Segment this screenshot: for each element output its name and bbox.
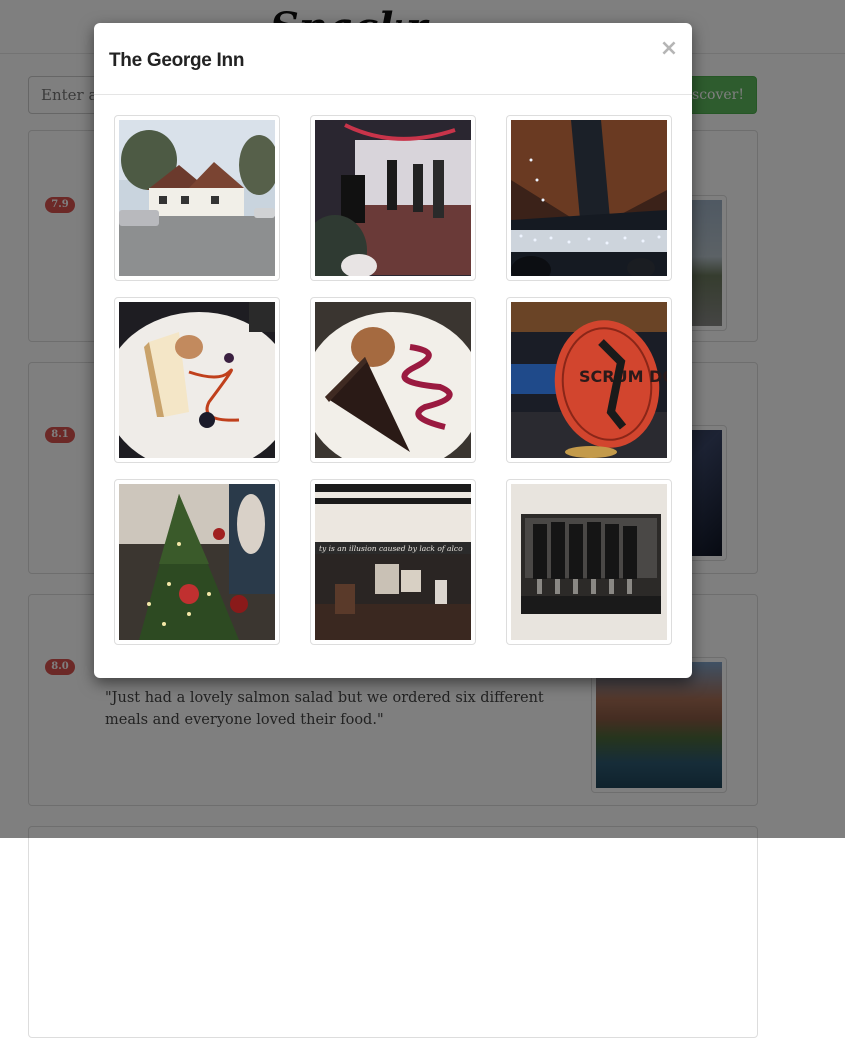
bar-interior-photo: ty is an illusion caused by lack of alco <box>315 484 471 640</box>
gallery-photo[interactable]: ty is an illusion caused by lack of alco <box>310 479 476 645</box>
gallery-photo[interactable] <box>506 115 672 281</box>
gallery-photo[interactable] <box>114 297 280 463</box>
christmas-tree-photo <box>119 484 275 640</box>
cheesecake-dessert-photo <box>119 302 275 458</box>
gallery-photo[interactable] <box>114 479 280 645</box>
gallery-photo[interactable]: SCRUM DOWN <box>506 297 672 463</box>
modal-header: The George Inn × <box>94 23 692 95</box>
gallery-photo[interactable] <box>114 115 280 281</box>
vintage-team-photo <box>511 484 667 640</box>
close-icon[interactable]: × <box>659 37 679 61</box>
function-room-photo <box>315 120 471 276</box>
gallery-photo[interactable] <box>310 115 476 281</box>
pub-exterior-photo <box>119 120 275 276</box>
scrum-down-beer-pump-photo: SCRUM DOWN <box>511 302 667 458</box>
result-card[interactable] <box>28 826 758 1038</box>
gallery-photo[interactable] <box>506 479 672 645</box>
gallery-photo[interactable] <box>310 297 476 463</box>
chocolate-tart-photo <box>315 302 471 458</box>
wall-sign-text: ty is an illusion caused by lack of alco <box>319 544 463 553</box>
modal-title: The George Inn <box>109 50 245 71</box>
photo-gallery-modal: The George Inn × SCRUM D ty is an illusi… <box>94 23 692 678</box>
fairy-lights-ceiling-photo <box>511 120 667 276</box>
